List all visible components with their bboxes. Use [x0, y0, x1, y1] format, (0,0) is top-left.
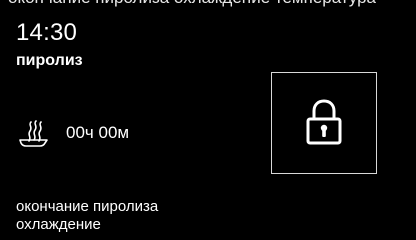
timer-row: 00ч 00м — [16, 116, 129, 150]
clipped-top-text: окончание пиролиза охлаждение температур… — [8, 0, 376, 8]
clock-time: 14:30 — [16, 19, 78, 46]
lock-panel — [271, 72, 377, 174]
mode-title: пиролиз — [16, 52, 83, 69]
timer-value: 00ч 00м — [66, 123, 130, 142]
padlock-icon — [306, 99, 342, 145]
clipped-top-text-strip: окончание пиролиза охлаждение температур… — [0, 0, 416, 12]
status-line-2: охлаждение — [16, 216, 101, 233]
steam-pan-icon — [19, 120, 48, 147]
status-line-1: окончание пиролиза — [16, 198, 159, 215]
